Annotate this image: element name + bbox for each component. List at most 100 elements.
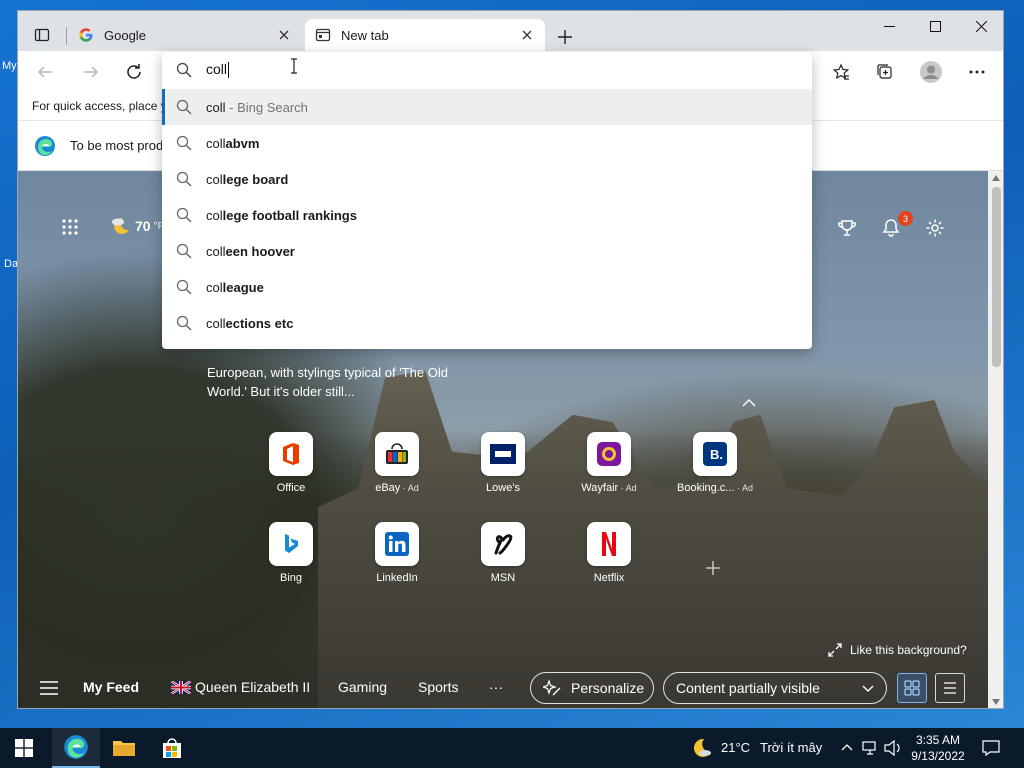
quicklink-tile-netflix[interactable]: Netflix [564, 522, 654, 584]
newtab-icon [315, 27, 331, 43]
content-visibility-dropdown[interactable]: Content partially visible [663, 672, 887, 704]
taskbar-weather-temp[interactable]: 21°C [721, 740, 750, 755]
desktop-label-bottom[interactable]: Da [4, 258, 18, 270]
start-button[interactable] [0, 728, 48, 768]
taskbar-edge-button[interactable] [52, 728, 100, 768]
forward-button[interactable] [76, 57, 106, 87]
feed-tab-my-feed[interactable]: My Feed [83, 679, 139, 695]
feed-tab-queen-elizabeth[interactable]: Queen Elizabeth II [195, 679, 310, 695]
new-tab-button[interactable] [551, 23, 579, 51]
quicklink-tile-bing[interactable]: Bing [246, 522, 336, 584]
scroll-up-icon[interactable] [992, 175, 1000, 181]
close-window-button[interactable] [958, 11, 1003, 41]
maximize-icon [929, 20, 941, 32]
hamburger-menu-icon[interactable] [40, 681, 58, 695]
suggestion-item[interactable]: colleague [162, 269, 812, 305]
address-bar[interactable]: coll [162, 52, 812, 88]
edge-icon [64, 735, 88, 759]
info-bar-text: To be most prod [70, 138, 164, 153]
profile-button[interactable] [916, 57, 946, 87]
desktop-label-top[interactable]: My [2, 60, 17, 72]
feed-tab-sports[interactable]: Sports [418, 679, 458, 695]
netflix-icon [587, 522, 631, 566]
tile-label: Office [276, 482, 306, 494]
ad-label: · Ad [400, 483, 419, 493]
bing-icon [269, 522, 313, 566]
quicklink-tile-msn[interactable]: MSN [458, 522, 548, 584]
favorites-bar-hint: For quick access, place y [32, 99, 167, 113]
list-view-button[interactable] [935, 673, 965, 703]
page-settings-button[interactable] [922, 215, 948, 241]
suggestion-item[interactable]: collections etc [162, 305, 812, 341]
tab-new-tab[interactable]: New tab [305, 19, 545, 51]
rewards-button[interactable] [834, 215, 860, 241]
suggestion-item[interactable]: coll - Bing Search [162, 89, 812, 125]
chevron-up-icon[interactable] [742, 399, 756, 407]
address-input[interactable]: coll [206, 61, 230, 79]
suggestion-item[interactable]: college football rankings [162, 197, 812, 233]
quicklink-tile-wayfair[interactable]: Wayfair · Ad [564, 432, 654, 494]
weather-temperature: 70 [135, 218, 151, 234]
taskbar-clock[interactable]: 3:35 AM 9/13/2022 [906, 732, 970, 764]
scrollbar-thumb[interactable] [992, 187, 1001, 367]
tile-label: MSN [490, 572, 516, 584]
favorites-button[interactable] [826, 57, 856, 87]
linkedin-icon [375, 522, 419, 566]
arrow-right-icon [84, 66, 98, 78]
suggestion-item[interactable]: collabvm [162, 125, 812, 161]
scroll-down-icon[interactable] [992, 699, 1000, 705]
quicklink-tile-booking[interactable]: B. Booking.c... · Ad [670, 432, 760, 494]
background-story-text[interactable]: European, with stylings typical of 'The … [207, 363, 457, 401]
windows-logo-icon [15, 739, 33, 757]
settings-more-button[interactable] [962, 57, 992, 87]
refresh-button[interactable] [119, 57, 149, 87]
weather-widget[interactable]: 70 °F [110, 215, 164, 237]
quicklink-tile-ebay[interactable]: eBay · Ad [352, 432, 442, 494]
taskbar-store-button[interactable] [148, 728, 196, 768]
search-icon [176, 243, 192, 259]
action-center-icon[interactable] [982, 739, 1000, 757]
feed-more-button[interactable]: ··· [489, 679, 503, 695]
close-tab-icon[interactable] [272, 23, 296, 47]
folder-icon [113, 741, 135, 756]
add-site-plus-icon[interactable] [706, 561, 720, 575]
feed-tab-gaming[interactable]: Gaming [338, 679, 387, 695]
like-background-link[interactable]: Like this background? [828, 643, 967, 657]
tab-google[interactable]: Google [68, 19, 302, 51]
app-launcher-button[interactable] [58, 215, 82, 239]
tile-label: Bing [279, 572, 303, 584]
address-input-text: coll [206, 61, 228, 77]
network-icon[interactable] [862, 740, 880, 756]
close-tab-icon[interactable] [515, 23, 539, 47]
ad-label: · Ad [618, 483, 637, 493]
back-button[interactable] [30, 57, 60, 87]
suggestion-text: colleen hoover [206, 243, 295, 259]
quicklink-tile-office[interactable]: Office [246, 432, 336, 494]
chevron-down-icon [862, 685, 874, 692]
suggestion-item[interactable]: college board [162, 161, 812, 197]
speaker-icon[interactable] [884, 740, 902, 756]
quicklink-tile-lowes[interactable]: Lowe's [458, 432, 548, 494]
grid-view-button[interactable] [897, 673, 927, 703]
tab-actions-icon [34, 28, 50, 42]
page-scrollbar[interactable] [988, 171, 1003, 708]
clock-date: 9/13/2022 [911, 749, 965, 763]
suggestion-item[interactable]: colleen hoover [162, 233, 812, 269]
taskbar-file-explorer-button[interactable] [100, 728, 148, 768]
text-caret [228, 62, 230, 79]
notification-count-badge: 3 [898, 211, 913, 226]
taskbar-weather-desc[interactable]: Trời ít mây [760, 740, 822, 755]
weather-moon-icon[interactable] [690, 737, 714, 759]
tab-actions-button[interactable] [28, 21, 56, 49]
chevron-up-icon[interactable] [841, 743, 853, 751]
suggestion-text: colleague [206, 279, 264, 295]
store-bag-icon [163, 738, 181, 758]
search-icon [176, 99, 192, 115]
suggestion-text: college board [206, 171, 289, 187]
maximize-button[interactable] [912, 11, 958, 41]
collections-button[interactable] [870, 57, 900, 87]
personalize-label: Personalize [571, 680, 645, 696]
minimize-button[interactable] [866, 11, 912, 41]
personalize-button[interactable]: Personalize [530, 672, 654, 704]
quicklink-tile-linkedin[interactable]: LinkedIn [352, 522, 442, 584]
